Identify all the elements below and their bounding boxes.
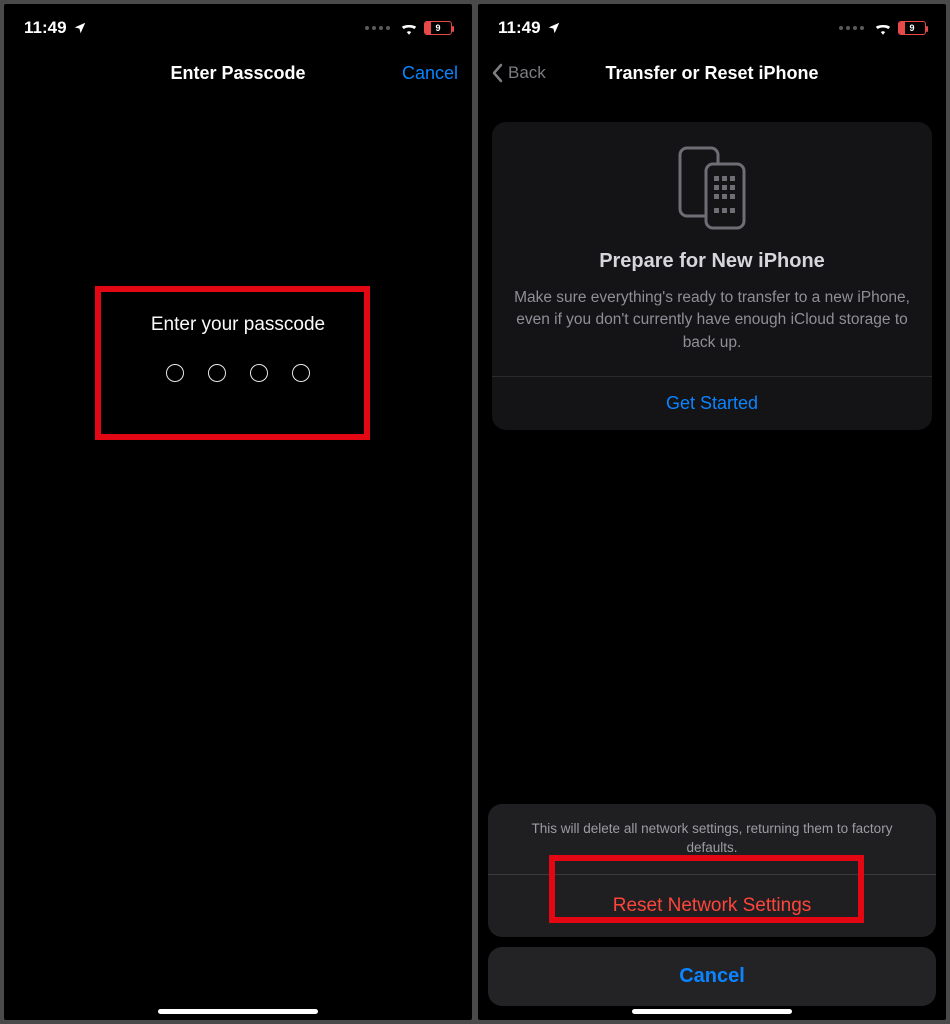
location-icon bbox=[547, 21, 561, 35]
nav-title: Transfer or Reset iPhone bbox=[605, 63, 818, 84]
status-bar: 11:49 9 bbox=[478, 4, 946, 48]
nav-bar: Enter Passcode Cancel bbox=[4, 48, 472, 98]
passcode-dot bbox=[250, 364, 268, 382]
wifi-icon bbox=[400, 21, 418, 35]
get-started-button[interactable]: Get Started bbox=[510, 377, 914, 430]
nav-bar: Back Transfer or Reset iPhone bbox=[478, 48, 946, 98]
status-time: 11:49 bbox=[498, 18, 541, 38]
passcode-dot bbox=[208, 364, 226, 382]
action-sheet: This will delete all network settings, r… bbox=[488, 804, 936, 1006]
phone-screen-passcode: 11:49 9 Enter Passcode Cancel Enter your… bbox=[4, 4, 472, 1020]
home-indicator[interactable] bbox=[632, 1009, 792, 1014]
passcode-dots bbox=[114, 364, 362, 382]
back-button[interactable]: Back bbox=[492, 63, 605, 83]
battery-text: 9 bbox=[425, 23, 451, 33]
phone-screen-transfer-reset: 11:49 9 Back Transfer or Reset iPhone bbox=[478, 4, 946, 1020]
sheet-message: This will delete all network settings, r… bbox=[488, 804, 936, 874]
home-indicator[interactable] bbox=[158, 1009, 318, 1014]
passcode-prompt: Enter your passcode bbox=[114, 314, 362, 336]
prepare-description: Make sure everything's ready to transfer… bbox=[510, 287, 914, 354]
status-bar: 11:49 9 bbox=[4, 4, 472, 48]
location-icon bbox=[73, 21, 87, 35]
recording-dots-icon bbox=[365, 26, 390, 30]
prepare-title: Prepare for New iPhone bbox=[510, 250, 914, 273]
battery-text: 9 bbox=[899, 23, 925, 33]
battery-icon: 9 bbox=[424, 21, 452, 35]
cancel-button[interactable]: Cancel bbox=[306, 63, 458, 84]
recording-dots-icon bbox=[839, 26, 864, 30]
nav-title: Enter Passcode bbox=[170, 63, 305, 84]
passcode-dot bbox=[292, 364, 310, 382]
battery-icon: 9 bbox=[898, 21, 926, 35]
passcode-entry[interactable]: Enter your passcode bbox=[104, 286, 372, 412]
chevron-left-icon bbox=[492, 63, 504, 83]
prepare-card: Prepare for New iPhone Make sure everyth… bbox=[492, 122, 932, 430]
devices-icon bbox=[510, 142, 914, 232]
wifi-icon bbox=[874, 21, 892, 35]
sheet-cancel-button[interactable]: Cancel bbox=[488, 947, 936, 1006]
back-label: Back bbox=[508, 63, 546, 83]
status-time: 11:49 bbox=[24, 18, 67, 38]
reset-network-settings-button[interactable]: Reset Network Settings bbox=[488, 875, 936, 937]
passcode-dot bbox=[166, 364, 184, 382]
